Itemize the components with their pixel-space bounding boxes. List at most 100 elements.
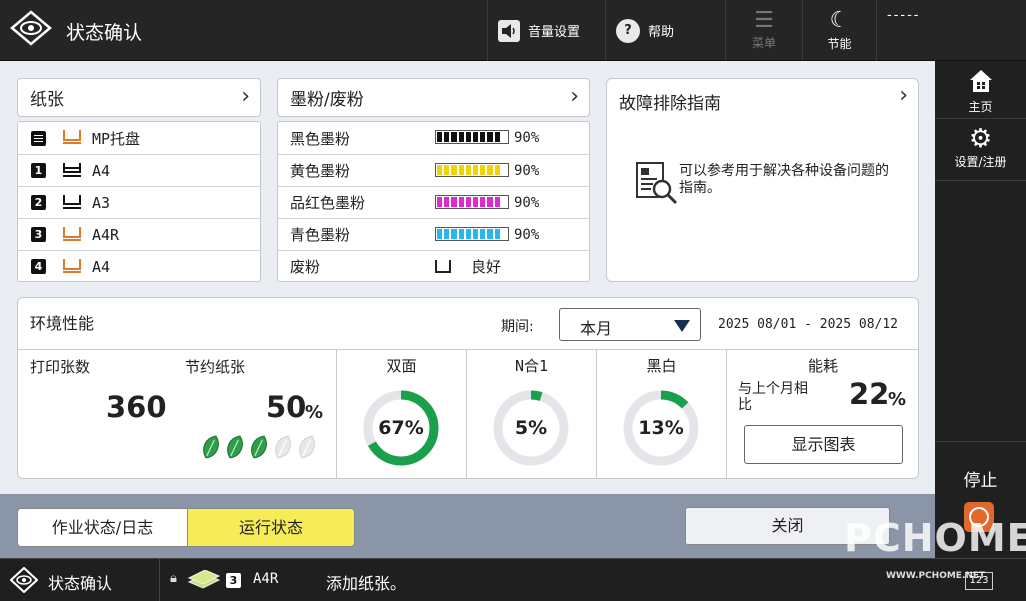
toner-row-waste[interactable]: 废粉 良好 bbox=[278, 250, 589, 282]
toner-level-bar bbox=[435, 195, 509, 209]
paper-size-label: A3 bbox=[92, 193, 111, 212]
paper-size-label: A4 bbox=[92, 161, 111, 180]
stop-button[interactable] bbox=[964, 502, 994, 532]
toner-segment bbox=[501, 229, 508, 239]
paper-row-2[interactable]: 2 A3 bbox=[18, 186, 260, 218]
energy-unit: % bbox=[888, 389, 907, 410]
save-paper-unit: % bbox=[305, 402, 324, 423]
help-icon: ? bbox=[616, 18, 640, 43]
toner-level-bar bbox=[435, 163, 509, 177]
bw-value: 13% bbox=[638, 417, 684, 439]
toner-segment bbox=[501, 165, 508, 175]
toner-segment bbox=[480, 197, 486, 207]
eye-logo-icon bbox=[10, 10, 52, 46]
toner-segment bbox=[494, 229, 500, 239]
settings-button[interactable]: ⚙ 设置/注册 bbox=[935, 119, 1026, 181]
eye-logo-icon bbox=[9, 566, 39, 597]
help-button[interactable]: ? 帮助 bbox=[605, 0, 725, 61]
chevron-right-icon: › bbox=[570, 84, 579, 109]
toner-row-magenta[interactable]: 品红色墨粉 90% bbox=[278, 186, 589, 218]
env-panel: 环境性能 期间: 本月 2025 08/01 - 2025 08/12 打印张数… bbox=[17, 297, 919, 479]
troubleshoot-card[interactable]: 故障排除指南 › 可以参考用于解决各种设备问题的指南。 bbox=[606, 78, 919, 282]
toner-level-bar bbox=[435, 227, 509, 241]
toner-segment bbox=[487, 165, 493, 175]
paper-header-button[interactable]: 纸张 › bbox=[17, 78, 261, 117]
toner-segment bbox=[444, 197, 450, 207]
toner-row-black[interactable]: 黑色墨粉 90% bbox=[278, 122, 589, 154]
toner-segment bbox=[465, 165, 472, 175]
tab-job-log[interactable]: 作业状态/日志 bbox=[17, 508, 187, 547]
close-button[interactable]: 关闭 bbox=[685, 507, 890, 545]
bw-label: 黑白 bbox=[646, 357, 677, 375]
home-button[interactable]: 主页 bbox=[935, 61, 1026, 119]
paper-orange-icon bbox=[62, 258, 82, 275]
toner-segment bbox=[501, 132, 508, 142]
toner-row-cyan[interactable]: 青色墨粉 90% bbox=[278, 218, 589, 250]
paper-size-label: A4 bbox=[92, 257, 111, 276]
toner-segment bbox=[501, 197, 508, 207]
moon-icon: ☾ bbox=[829, 8, 850, 33]
paper-stack-icon bbox=[62, 194, 82, 211]
user-area[interactable]: ----- bbox=[876, 0, 1026, 61]
toner-header-button[interactable]: 墨粉/废粉 › bbox=[277, 78, 590, 117]
toner-segment bbox=[487, 132, 493, 142]
status-confirm-button[interactable]: 状态确认 bbox=[0, 559, 160, 601]
home-label: 主页 bbox=[968, 100, 993, 114]
paper-row-mp[interactable]: MP托盘 bbox=[18, 122, 260, 154]
toner-segment bbox=[494, 165, 500, 175]
waste-name: 废粉 bbox=[290, 258, 321, 276]
toner-segment bbox=[487, 197, 493, 207]
tray-4-icon: 4 bbox=[31, 259, 46, 274]
main-panel: 纸张 › MP托盘 1 A4 2 A3 3 A4R 4 A4 墨粉/废粉 › 黑… bbox=[0, 61, 935, 494]
paper-size-label: A4R bbox=[92, 225, 120, 244]
toner-segment bbox=[487, 229, 493, 239]
period-select[interactable]: 本月 bbox=[559, 308, 701, 341]
toner-segment bbox=[437, 165, 443, 175]
toner-segment bbox=[437, 229, 443, 239]
stop-icon bbox=[969, 507, 989, 527]
chevron-right-icon: › bbox=[241, 84, 250, 109]
save-paper-value: 50 bbox=[266, 390, 307, 424]
toner-segment bbox=[480, 132, 486, 142]
menu-label: 菜单 bbox=[751, 36, 776, 50]
energy-saver-button[interactable]: ☾ 节能 bbox=[802, 0, 876, 61]
gear-icon: ⚙ bbox=[968, 124, 993, 154]
toner-segment bbox=[480, 165, 486, 175]
toner-segment bbox=[444, 229, 450, 239]
menu-button[interactable]: ☰ 菜单 bbox=[725, 0, 802, 61]
duplex-value: 67% bbox=[378, 417, 424, 439]
volume-button[interactable]: 音量设置 bbox=[487, 0, 605, 61]
tab-run-status[interactable]: 运行状态 bbox=[187, 508, 355, 547]
mp-tray-icon bbox=[31, 130, 46, 146]
menu-icon: ☰ bbox=[754, 8, 774, 33]
bw-donut: 13% bbox=[622, 389, 700, 467]
toner-list: 黑色墨粉 90% 黄色墨粉 90% 品红色墨粉 90% 青色墨粉 90% 废粉 … bbox=[277, 121, 590, 282]
page-title: 状态确认 bbox=[66, 22, 143, 44]
toner-segment bbox=[451, 229, 457, 239]
toner-segment bbox=[451, 197, 457, 207]
paper-row-1[interactable]: 1 A4 bbox=[18, 154, 260, 186]
duplex-label: 双面 bbox=[386, 357, 417, 375]
toner-row-yellow[interactable]: 黄色墨粉 90% bbox=[278, 154, 589, 186]
paper-size-label: MP托盘 bbox=[92, 129, 141, 148]
toner-segment bbox=[494, 132, 500, 142]
troubleshoot-text: 可以参考用于解决各种设备问题的指南。 bbox=[679, 163, 889, 196]
paper-orange-icon bbox=[62, 226, 82, 243]
paper-row-4[interactable]: 4 A4 bbox=[18, 250, 260, 282]
paper-title: 纸张 bbox=[30, 90, 64, 110]
toner-segment bbox=[451, 132, 457, 142]
show-chart-button[interactable]: 显示图表 bbox=[744, 425, 903, 464]
toner-segment bbox=[473, 132, 479, 142]
print-count-label: 打印张数 bbox=[30, 358, 91, 376]
period-value: 本月 bbox=[580, 319, 613, 338]
toner-segment bbox=[444, 132, 450, 142]
stop-area: 停止 bbox=[935, 441, 1026, 558]
troubleshoot-title: 故障排除指南 bbox=[619, 94, 721, 114]
paper-row-3[interactable]: 3 A4R bbox=[18, 218, 260, 250]
status-paper-size: A4R bbox=[253, 571, 279, 587]
toner-segment bbox=[458, 165, 464, 175]
duplex-donut: 67% bbox=[362, 389, 440, 467]
nup-column: N合1 5% bbox=[467, 349, 596, 480]
leaf-rating bbox=[200, 433, 318, 463]
toner-segment bbox=[444, 165, 450, 175]
